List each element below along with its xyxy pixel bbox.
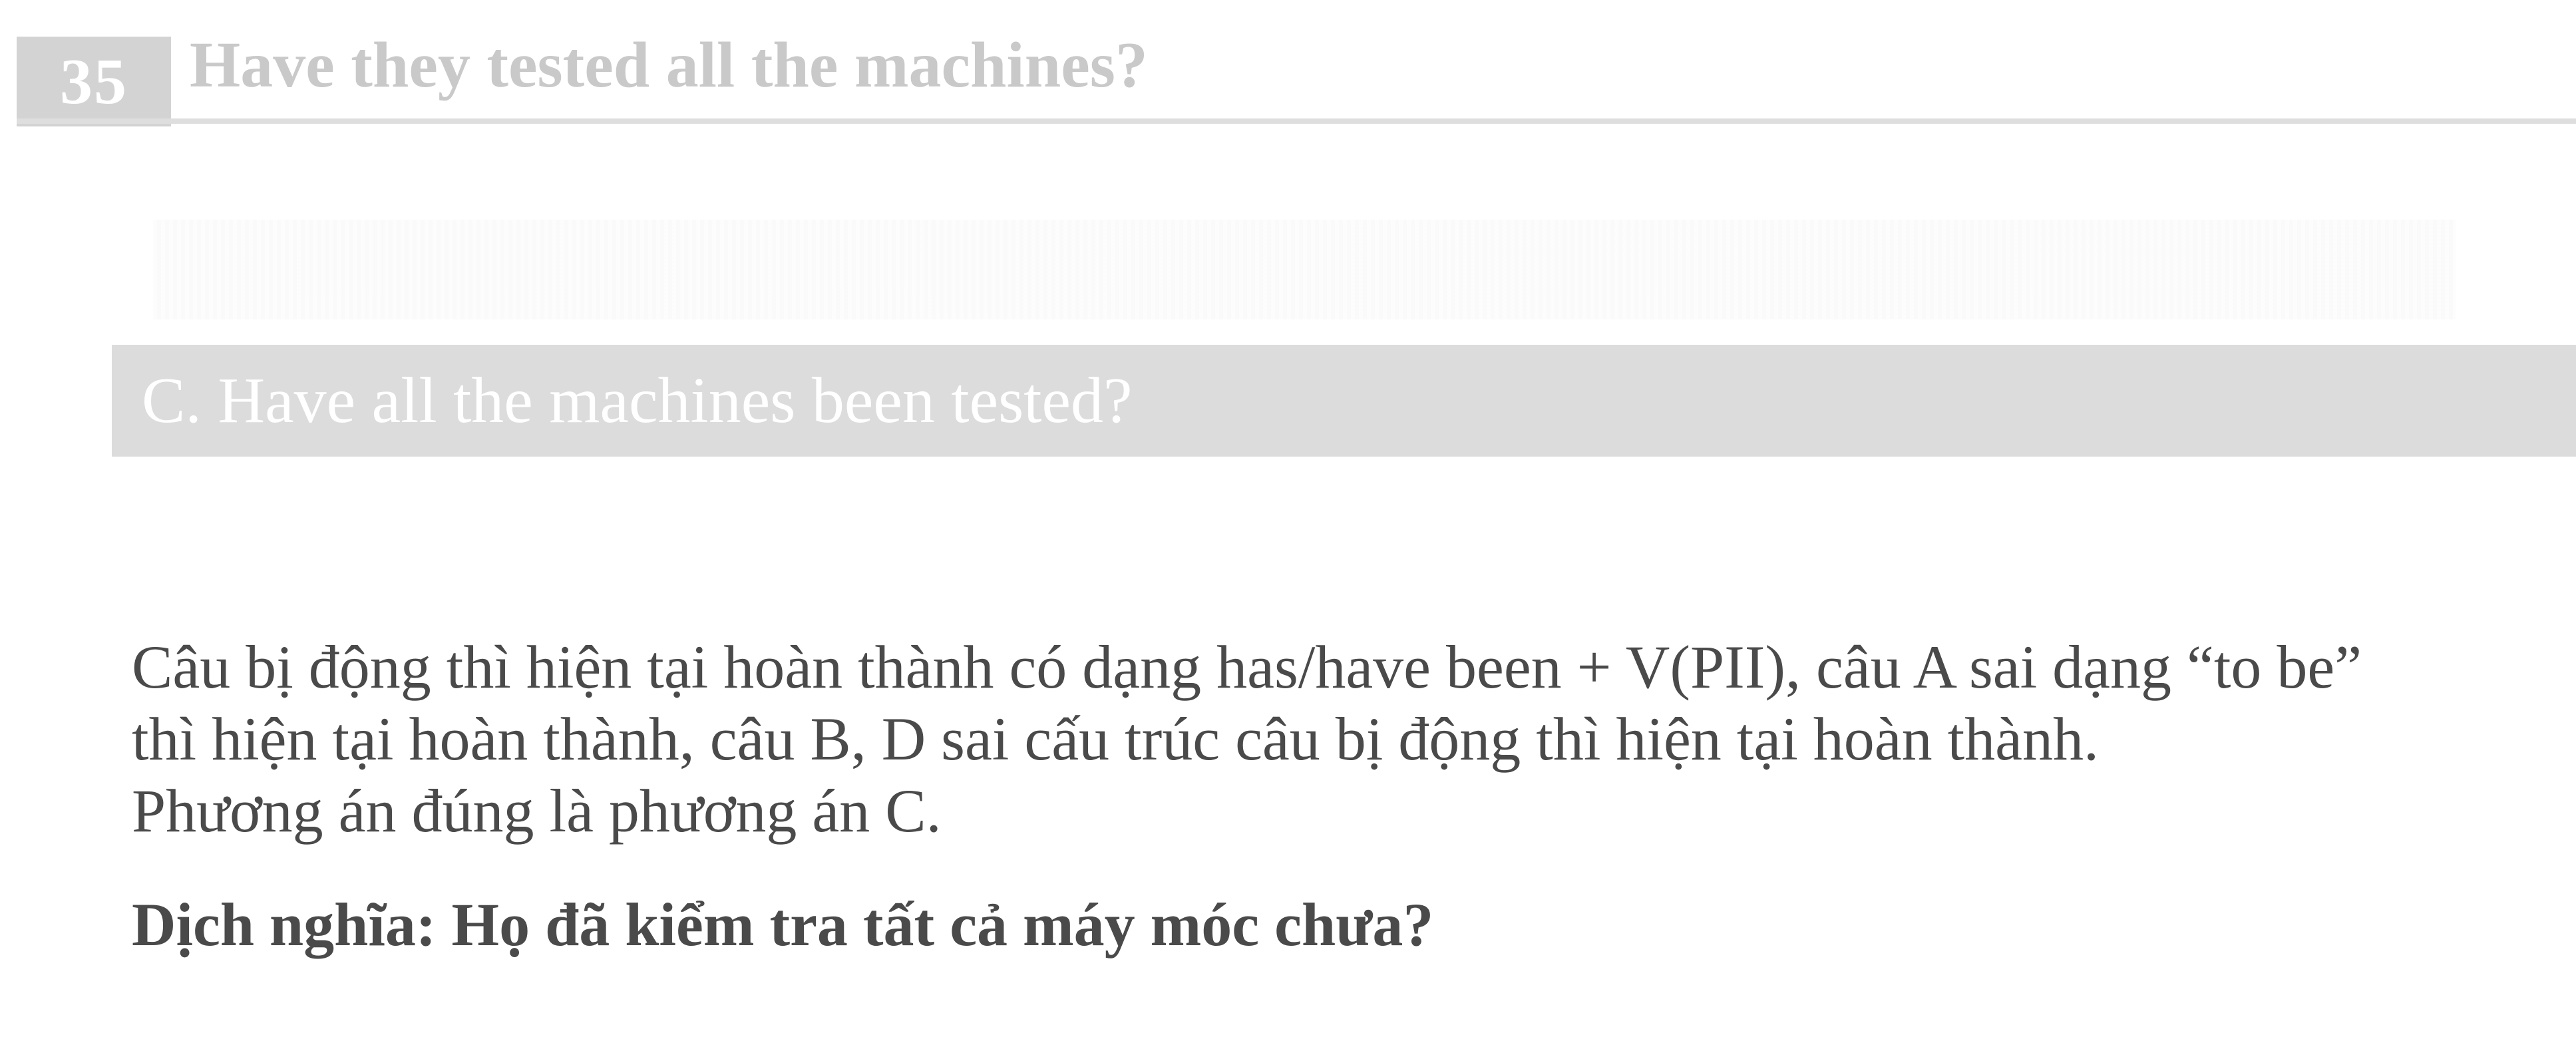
question-divider bbox=[17, 118, 2576, 124]
question-text: Have they tested all the machines? bbox=[190, 29, 1148, 101]
explanation-line: Phương án đúng là phương án C. bbox=[132, 777, 942, 845]
question-number-badge: 35 bbox=[17, 37, 171, 126]
explanation-line: thì hiện tại hoàn thành, câu B, D sai cấ… bbox=[132, 705, 2099, 773]
explanation-line: Câu bị động thì hiện tại hoàn thành có d… bbox=[132, 633, 2362, 701]
correct-answer-text: C. Have all the machines been tested? bbox=[142, 365, 1133, 437]
faint-options-area bbox=[153, 220, 2456, 319]
explanation-paragraph: Câu bị động thì hiện tại hoàn thành có d… bbox=[132, 631, 2576, 847]
question-number: 35 bbox=[60, 45, 128, 118]
correct-answer-highlight: C. Have all the machines been tested? bbox=[112, 345, 2576, 457]
translation-text: Dịch nghĩa: Họ đã kiểm tra tất cả máy mó… bbox=[132, 891, 1434, 958]
